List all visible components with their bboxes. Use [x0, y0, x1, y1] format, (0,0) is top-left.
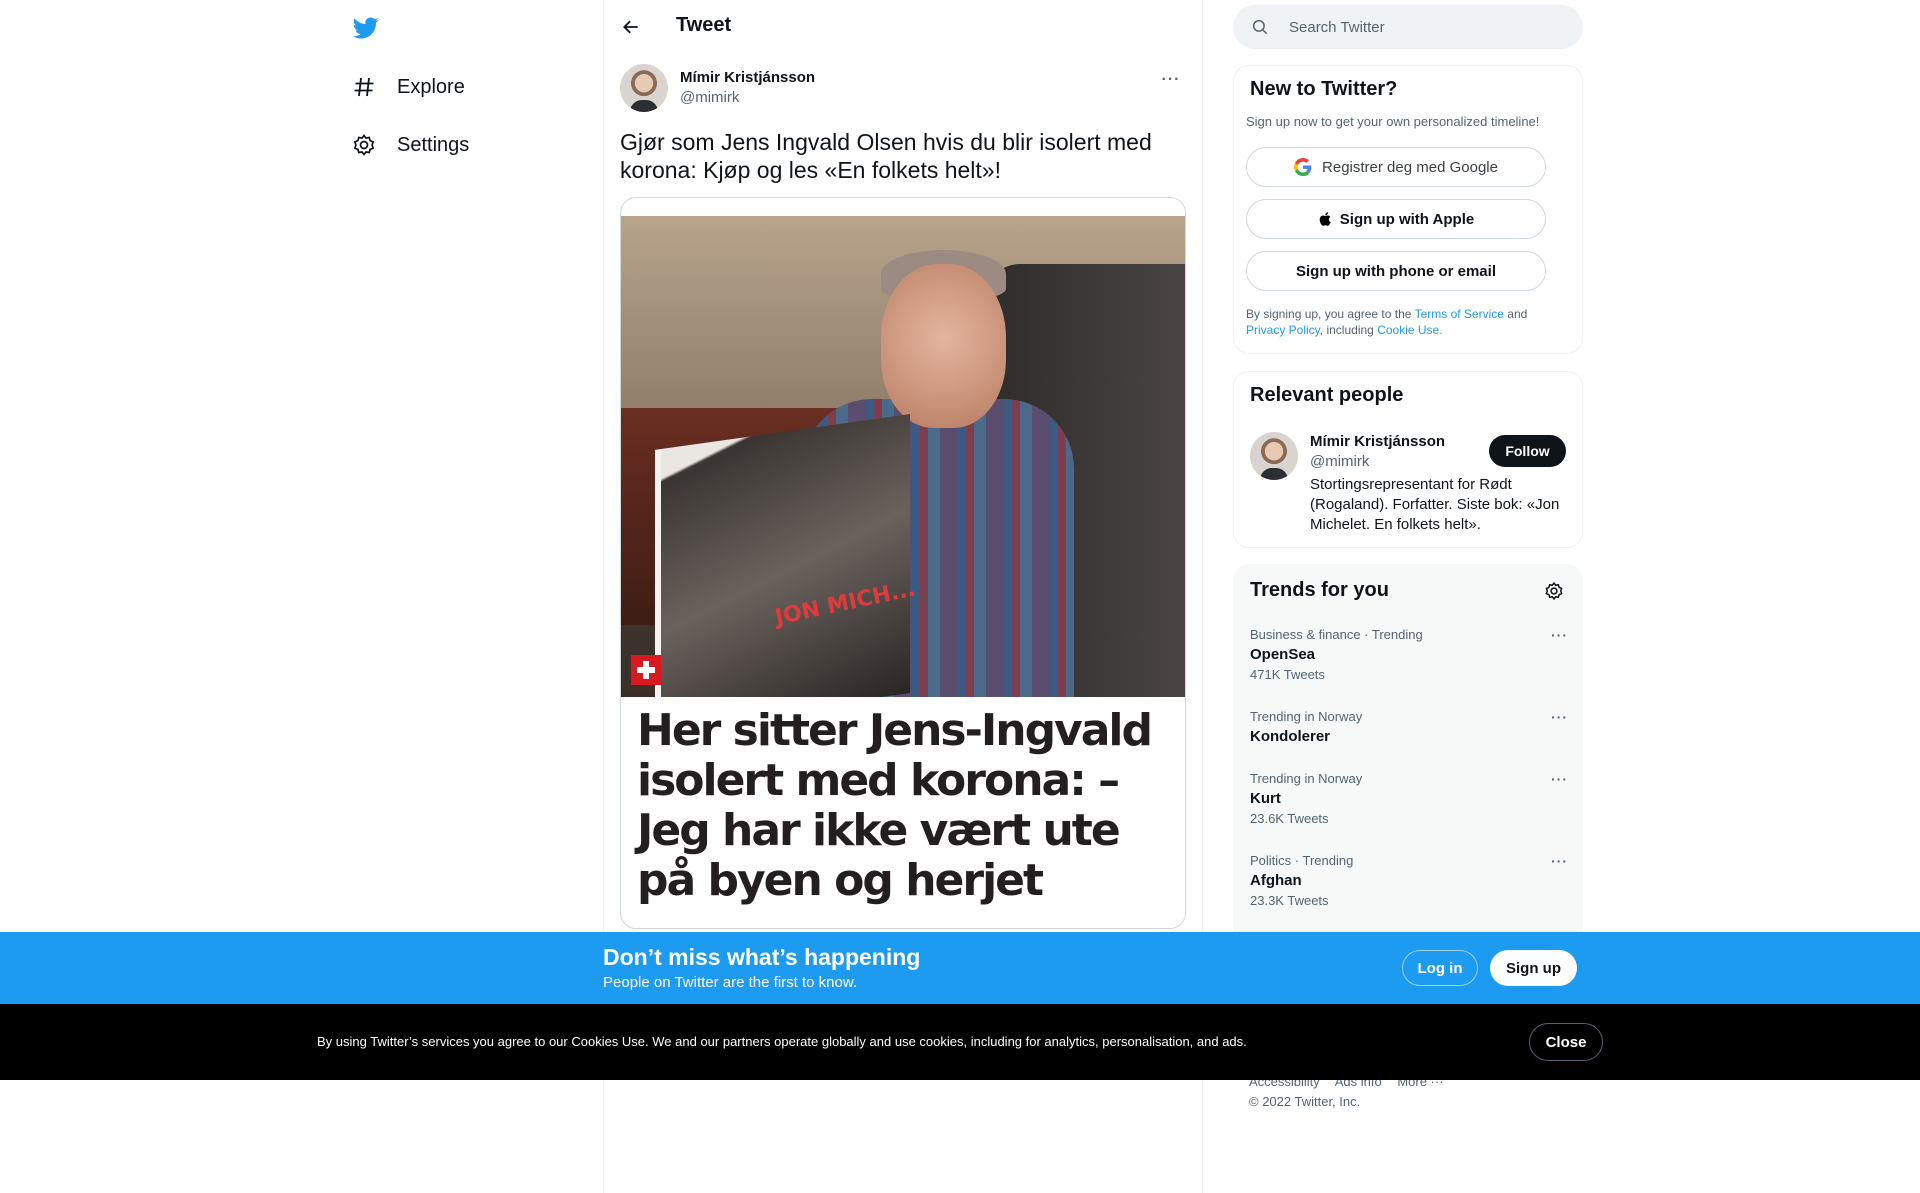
terms-of-service-link[interactable]: Terms of Service [1415, 307, 1504, 321]
more-options-icon[interactable]: ··· [1551, 709, 1568, 725]
nav-settings-label: Settings [397, 133, 470, 156]
login-button[interactable]: Log in [1402, 950, 1478, 986]
trend-item[interactable]: Trending in Norway Kurt 23.6K Tweets ··· [1250, 771, 1568, 826]
new-to-twitter-card: New to Twitter? Sign up now to get your … [1233, 65, 1583, 354]
phone-email-signup-label: Sign up with phone or email [1295, 262, 1496, 280]
trend-item[interactable]: Politics · Trending Afghan 23.3K Tweets … [1250, 853, 1568, 908]
more-options-icon[interactable]: ··· [1551, 853, 1568, 869]
trend-meta: Politics · Trending [1250, 853, 1354, 868]
relevant-people-title: Relevant people [1250, 384, 1404, 406]
more-options-icon[interactable]: ··· [1551, 627, 1568, 643]
main-header: Tweet [604, 0, 1202, 53]
tweet-photo: JON MICH... [621, 216, 1185, 697]
phone-email-signup-button[interactable]: Sign up with phone or email [1246, 251, 1546, 291]
tweet-text: Gjør som Jens Ingvald Olsen hvis du blir… [620, 129, 1152, 183]
avatar[interactable] [1250, 432, 1298, 480]
trend-count: 23.6K Tweets [1250, 811, 1329, 826]
apple-icon [1318, 210, 1334, 228]
trend-name: OpenSea [1250, 646, 1316, 663]
banner-subtitle: People on Twitter are the first to know. [603, 974, 858, 991]
gear-icon[interactable] [1544, 581, 1566, 603]
trend-meta: Trending in Norway [1250, 771, 1363, 786]
avatar[interactable] [620, 64, 668, 112]
more-options-icon[interactable]: ··· [1551, 771, 1568, 787]
close-cookie-button[interactable]: Close [1529, 1023, 1603, 1061]
banner-title: Don’t miss what’s happening [603, 944, 921, 970]
trend-name: Afghan [1250, 872, 1302, 889]
legal-including: , including [1319, 323, 1374, 337]
google-icon [1294, 158, 1312, 176]
copyright: © 2022 Twitter, Inc. [1249, 1094, 1361, 1109]
legal-prefix: By signing up, you agree to the [1246, 307, 1412, 321]
privacy-policy-link[interactable]: Privacy Policy [1246, 323, 1320, 337]
trend-name: Kondolerer [1250, 728, 1331, 745]
trend-meta: Trending in Norway [1250, 709, 1363, 724]
new-to-twitter-subtitle: Sign up now to get your own personalized… [1246, 114, 1540, 129]
cookie-banner: By using Twitter’s services you agree to… [0, 1004, 1920, 1080]
follow-button[interactable]: Follow [1489, 435, 1566, 467]
search-icon [1251, 18, 1269, 41]
person-bio: Stortingsrepresentant for Rødt (Rogaland… [1310, 476, 1560, 533]
nav-settings[interactable]: Settings [351, 121, 469, 169]
cookie-text: By using Twitter’s services you agree to… [317, 1034, 1247, 1049]
signup-button[interactable]: Sign up [1490, 950, 1577, 986]
signup-legal-text: By signing up, you agree to the Terms of… [1246, 306, 1566, 338]
gear-icon [351, 132, 377, 158]
tweet-author: Mímir Kristjánsson @mimirk ··· [620, 64, 1186, 114]
hashtag-icon [351, 74, 377, 100]
more-options-icon[interactable]: ··· [1156, 68, 1186, 92]
search-placeholder: Search Twitter [1289, 19, 1385, 36]
vg-flag-icon [631, 655, 661, 685]
twitter-logo-icon[interactable] [351, 12, 391, 44]
article-headline: Her sitter Jens-Ingvald isolert med koro… [637, 705, 1153, 906]
back-button[interactable] [614, 10, 648, 44]
tweet-media[interactable]: JON MICH... Her sitter Jens-Ingvald isol… [620, 197, 1186, 929]
trend-meta: Business & finance · Trending [1250, 627, 1423, 642]
nav-explore[interactable]: Explore [351, 63, 465, 111]
trend-item[interactable]: Trending in Norway Kondolerer ··· [1250, 709, 1568, 745]
person-name[interactable]: Mímir Kristjánsson [1310, 433, 1445, 450]
cookie-use-link[interactable]: Cookie Use. [1377, 323, 1442, 337]
google-signup-button[interactable]: Registrer deg med Google [1246, 147, 1546, 187]
login-banner: Don’t miss what’s happening People on Tw… [0, 932, 1920, 1004]
trend-item[interactable]: Business & finance · Trending OpenSea 47… [1250, 627, 1568, 682]
trends-title: Trends for you [1250, 579, 1389, 601]
legal-and: and [1507, 307, 1528, 321]
trend-count: 23.3K Tweets [1250, 893, 1329, 908]
person-handle[interactable]: @mimirk [1310, 453, 1369, 470]
new-to-twitter-title: New to Twitter? [1250, 78, 1398, 100]
apple-signup-button[interactable]: Sign up with Apple [1246, 199, 1546, 239]
nav-explore-label: Explore [397, 75, 465, 98]
author-handle[interactable]: @mimirk [680, 89, 739, 106]
apple-signup-label: Sign up with Apple [1339, 210, 1475, 228]
trends-card: Trends for you Business & finance · Tren… [1233, 564, 1583, 964]
arrow-left-icon [623, 20, 638, 34]
search-input[interactable]: Search Twitter [1233, 5, 1583, 49]
relevant-people-card: Relevant people Mímir Kristjánsson @mimi… [1233, 371, 1583, 548]
trend-name: Kurt [1250, 790, 1281, 807]
author-name[interactable]: Mímir Kristjánsson [680, 69, 815, 86]
trend-count: 471K Tweets [1250, 667, 1325, 682]
google-signup-label: Registrer deg med Google [1322, 158, 1498, 176]
page-title: Tweet [676, 14, 732, 36]
